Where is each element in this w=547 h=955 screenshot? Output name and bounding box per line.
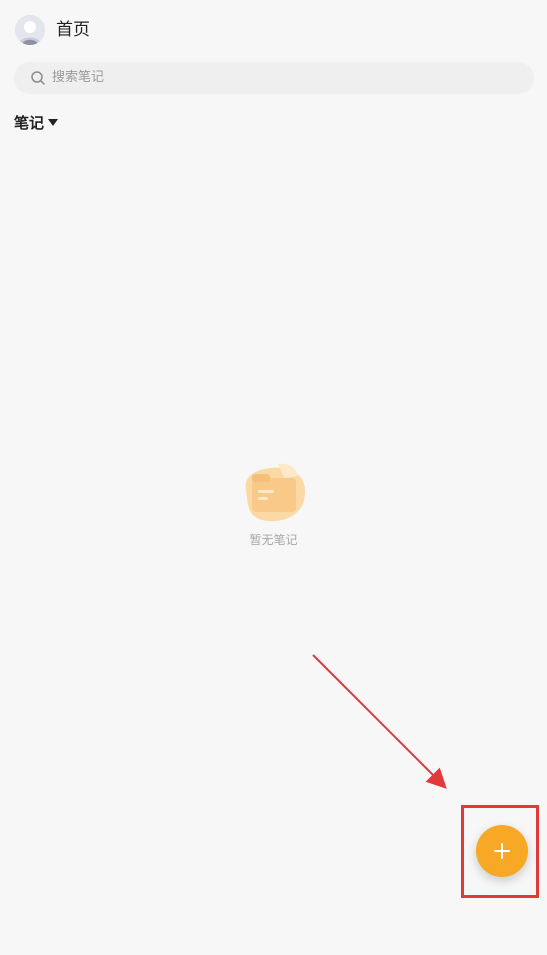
search-input[interactable]: 搜索笔记 bbox=[14, 62, 534, 94]
search-placeholder: 搜索笔记 bbox=[52, 70, 105, 85]
empty-message: 暂无笔记 bbox=[249, 533, 298, 547]
notes-category-dropdown[interactable]: 笔记 bbox=[14, 112, 59, 134]
user-avatar-icon[interactable] bbox=[15, 15, 45, 45]
page-title: 首页 bbox=[56, 20, 90, 40]
add-note-button[interactable] bbox=[476, 825, 528, 877]
empty-state: 暂无笔记 bbox=[0, 460, 547, 548]
header: 首页 bbox=[0, 0, 547, 62]
empty-folder-illustration bbox=[245, 463, 305, 522]
search-icon bbox=[31, 71, 45, 85]
plus-icon bbox=[494, 843, 510, 859]
caret-down-icon bbox=[48, 119, 59, 126]
section-label: 笔记 bbox=[14, 114, 45, 132]
